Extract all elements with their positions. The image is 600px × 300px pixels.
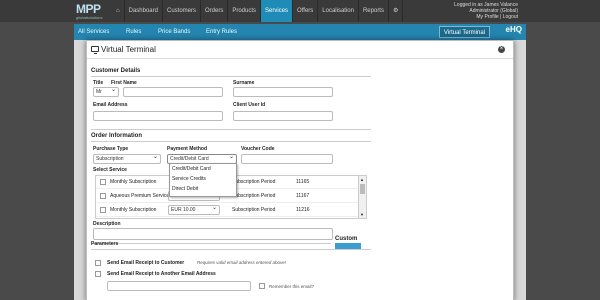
virtual-terminal-modal: Virtual Terminal × Customer Details Titl… [86, 40, 514, 300]
divider [91, 76, 371, 77]
send-receipt-note: Requires valid email address entered abo… [197, 260, 287, 265]
sub-nav: All Services Rules Price Bands Entry Rul… [74, 24, 526, 40]
ehq-logo: eHQ [505, 25, 522, 34]
service-id: 11216 [296, 207, 310, 213]
row-checkbox[interactable] [100, 193, 106, 199]
row-checkbox[interactable] [100, 179, 106, 185]
email-label: Email Address [93, 102, 128, 108]
remember-email-label: Remember this email? [269, 284, 315, 289]
option-credit-debit[interactable]: Credit/Debit Card [170, 164, 236, 174]
order-info-heading: Order Information [91, 133, 143, 139]
first-name-label: First Name [111, 80, 137, 86]
send-receipt-checkbox[interactable] [95, 260, 101, 266]
nav-customers[interactable]: Customers [163, 0, 201, 22]
customer-details-heading: Customer Details [91, 68, 141, 74]
nav-localisation[interactable]: Localisation [318, 0, 359, 22]
service-id: 11165 [296, 179, 310, 185]
surname-label: Surname [233, 80, 255, 86]
top-header: MPP globalsolutions ⌂ Dashboard Customer… [0, 0, 600, 22]
service-name: Aqueous Premium Service [110, 193, 170, 199]
service-name: Monthly Subscription [110, 207, 157, 213]
nav-reports[interactable]: Reports [359, 0, 389, 22]
home-icon[interactable]: ⌂ [112, 0, 125, 22]
row-checkbox[interactable] [100, 207, 106, 213]
service-period: Subscription Period [232, 193, 276, 199]
service-name: Monthly Subscription [110, 179, 157, 185]
title-label: Title [93, 80, 104, 86]
service-period: Subscription Period [232, 179, 276, 185]
nav-orders[interactable]: Orders [201, 0, 229, 22]
option-service-credits[interactable]: Service Credits [170, 174, 236, 184]
purchase-type-label: Purchase Type [93, 146, 129, 152]
client-user-id-label: Client User Id [233, 102, 266, 108]
title-select[interactable]: Mr [93, 86, 119, 97]
scroll-down-icon[interactable]: ▼ [360, 212, 364, 217]
divider [91, 141, 371, 142]
service-id: 11167 [296, 193, 310, 199]
custom-label: Custom [335, 236, 358, 242]
logo[interactable]: MPP [76, 2, 101, 16]
nav-services[interactable]: Services [261, 0, 294, 22]
send-another-checkbox[interactable] [95, 271, 101, 277]
monitor-icon [91, 46, 99, 54]
select-service-label: Select Service [93, 167, 127, 173]
nav-dashboard[interactable]: Dashboard [125, 0, 163, 22]
profile-links[interactable]: My Profile | Logout [454, 14, 518, 20]
option-direct-debit[interactable]: Direct Debit [170, 184, 236, 194]
email-field[interactable] [93, 111, 223, 121]
virtual-terminal-tab[interactable]: Virtual Terminal [438, 26, 490, 38]
close-button[interactable]: × [498, 46, 505, 53]
first-name-field[interactable] [123, 87, 223, 97]
voucher-code-field[interactable] [241, 154, 333, 164]
payment-method-label: Payment Method [167, 146, 208, 152]
purchase-type-select[interactable]: Subscription [93, 153, 161, 164]
modal-header: Virtual Terminal × [87, 41, 513, 59]
subnav-all-services[interactable]: All Services [78, 24, 109, 40]
login-info: Logged in as James Valance Administrator… [454, 2, 518, 20]
scroll-thumb[interactable] [360, 184, 365, 194]
send-receipt-label: Send Email Receipt to Customer [107, 260, 185, 266]
remember-email-checkbox[interactable] [259, 283, 265, 289]
send-another-label: Send Email Receipt to Another Email Addr… [107, 271, 216, 277]
description-field[interactable] [93, 228, 333, 240]
divider [91, 249, 371, 250]
nav-offers[interactable]: Offers [293, 0, 319, 22]
main-nav: ⌂ Dashboard Customers Orders Products Se… [112, 0, 404, 22]
parameters-heading: Parameters [91, 241, 119, 247]
voucher-code-label: Voucher Code [241, 146, 275, 152]
divider [91, 129, 371, 130]
service-period: Subscription Period [232, 207, 276, 213]
description-label: Description [93, 221, 121, 227]
modal-title: Virtual Terminal [101, 45, 156, 54]
subnav-rules[interactable]: Rules [126, 24, 141, 40]
subnav-price-bands[interactable]: Price Bands [158, 24, 190, 40]
price-select[interactable]: EUR 10.00 [168, 204, 220, 215]
scroll-up-icon[interactable]: ▲ [360, 177, 364, 182]
table-scrollbar[interactable]: ▲ ▼ [358, 176, 366, 218]
surname-field[interactable] [233, 87, 333, 97]
other-email-field[interactable] [107, 281, 251, 291]
divider [91, 243, 331, 244]
client-user-id-field[interactable] [233, 111, 333, 121]
nav-products[interactable]: Products [228, 0, 262, 22]
logo-subtitle: globalsolutions [76, 15, 103, 20]
subnav-entry-rules[interactable]: Entry Rules [206, 24, 237, 40]
payment-method-dropdown: Credit/Debit Card Service Credits Direct… [169, 163, 237, 197]
table-row[interactable]: Monthly Subscription EUR 10.00 Subscript… [96, 204, 360, 217]
gear-icon[interactable]: ⚙ [389, 0, 404, 22]
